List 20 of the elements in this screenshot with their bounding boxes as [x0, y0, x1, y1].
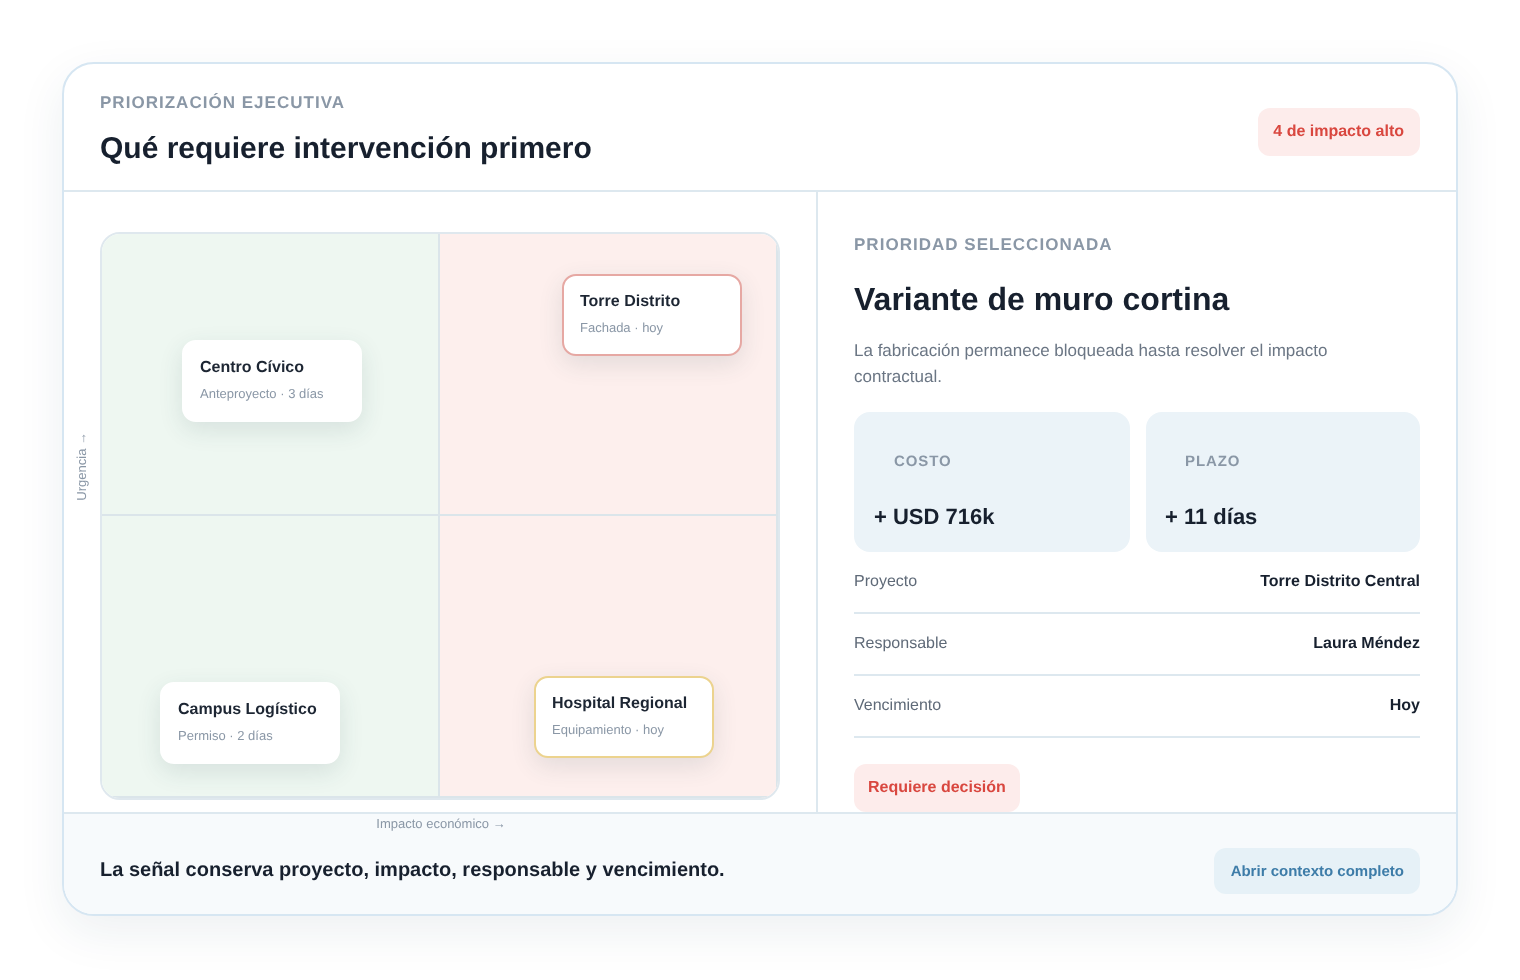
metric-value: + 11 días	[1165, 503, 1260, 533]
field-label: Responsable	[854, 632, 948, 657]
section-label: PRIORIDAD SELECCIONADA	[854, 232, 1115, 258]
metric-value: + USD 716k	[874, 503, 997, 533]
field-label: Vencimiento	[854, 694, 942, 719]
field-value: Torre Distrito Central	[1260, 570, 1420, 595]
section-label: PRIORIZACIÓN EJECUTIVA	[100, 90, 348, 116]
project-name: Hospital Regional	[552, 692, 690, 716]
field-label: Proyecto	[854, 570, 918, 595]
panel-title: Qué requiere intervención primero	[100, 129, 592, 170]
field-value: Laura Méndez	[1313, 632, 1420, 657]
detail-description: La fabricación permanece bloqueada hasta resolver el impacto contractual.	[854, 337, 1330, 389]
status-badge: Requiere decisión	[854, 764, 1020, 813]
project-name: Centro Cívico	[200, 356, 307, 380]
field-value: Hoy	[1389, 694, 1420, 719]
detail-title: Variante de muro cortina	[854, 281, 1232, 322]
footer-note: La señal conserva proyecto, impacto, responsable y vencimiento.	[100, 857, 725, 886]
impact-count-badge: 4 de impacto alto	[1257, 108, 1420, 156]
project-name: Campus Logístico	[178, 698, 319, 722]
project-name: Torre Distrito	[580, 290, 683, 314]
